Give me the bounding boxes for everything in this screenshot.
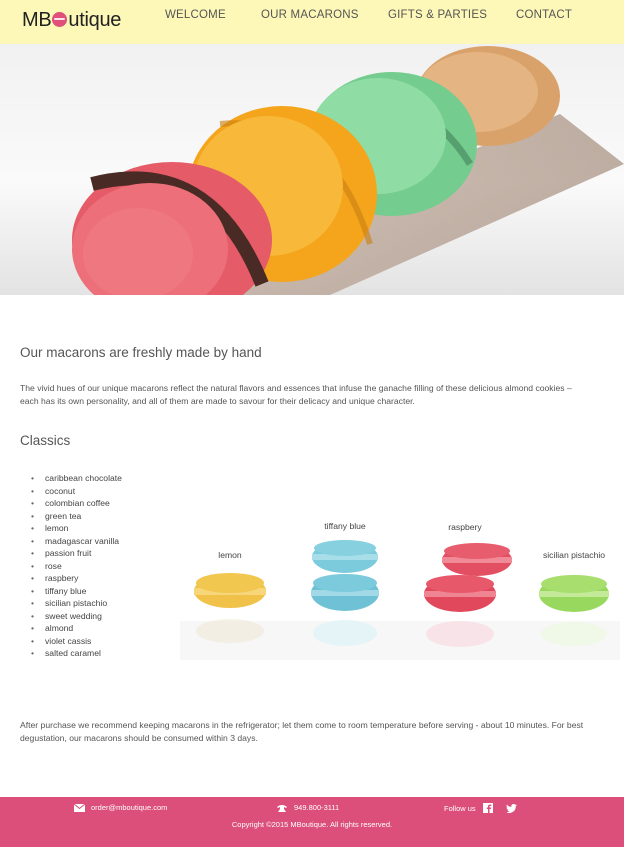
- twitter-icon: [506, 804, 517, 814]
- envelope-icon: [74, 804, 85, 813]
- footer-phone-link[interactable]: 949.800-3111: [276, 803, 339, 813]
- intro-line-2: each has its own personality, and all of…: [20, 396, 415, 406]
- intro-paragraph: The vivid hues of our unique macarons re…: [20, 382, 605, 408]
- section-heading: Our macarons are freshly made by hand: [20, 345, 262, 360]
- flavor-item: rose: [31, 560, 141, 573]
- footer-email-link[interactable]: order@mboutique.com: [74, 803, 167, 813]
- top-navigation-bar: MB utique WELCOME OUR MACARONS GIFTS & PA…: [0, 0, 624, 45]
- flavor-item: caribbean chocolate: [31, 472, 141, 485]
- follow-us-label: Follow us: [444, 804, 476, 813]
- flavor-item: madagascar vanilla: [31, 535, 141, 548]
- facebook-link[interactable]: [483, 803, 493, 815]
- flavor-item: colombian coffee: [31, 497, 141, 510]
- storage-line-1: After purchase we recommend keeping maca…: [20, 720, 584, 730]
- flavor-item: passion fruit: [31, 547, 141, 560]
- flavor-item: violet cassis: [31, 635, 141, 648]
- flavor-item: almond: [31, 622, 141, 635]
- flavor-item: green tea: [31, 510, 141, 523]
- flavor-item: salted caramel: [31, 647, 141, 660]
- flavor-list: caribbean chocolate coconut colombian co…: [31, 472, 141, 660]
- facebook-icon: [483, 803, 493, 813]
- flavor-item: coconut: [31, 485, 141, 498]
- hero-macarons-image: [0, 44, 624, 295]
- flavor-item: sweet wedding: [31, 610, 141, 623]
- label-raspbery: raspbery: [448, 522, 482, 532]
- classics-heading: Classics: [20, 433, 71, 448]
- pistachio-macaron: [539, 575, 609, 646]
- nav-welcome[interactable]: WELCOME: [165, 9, 226, 21]
- label-tiffany-blue: tiffany blue: [324, 521, 366, 531]
- nav-contact[interactable]: CONTACT: [516, 9, 572, 21]
- hero-macarons-illustration: [0, 44, 624, 295]
- nav-our-macarons[interactable]: OUR MACARONS: [261, 9, 359, 21]
- intro-line-1: The vivid hues of our unique macarons re…: [20, 383, 572, 393]
- logo-text-suffix: utique: [68, 9, 122, 31]
- flavor-item: sicilian pistachio: [31, 597, 141, 610]
- flavor-item: tiffany blue: [31, 585, 141, 598]
- twitter-link[interactable]: [506, 804, 517, 815]
- flavor-item: lemon: [31, 522, 141, 535]
- footer: order@mboutique.com 949.800-3111 Follow …: [0, 797, 624, 847]
- storage-paragraph: After purchase we recommend keeping maca…: [20, 719, 605, 745]
- storage-line-2: degustation, our macarons should be cons…: [20, 733, 258, 743]
- logo-text-prefix: MB: [22, 9, 52, 31]
- phone-icon: [277, 804, 287, 812]
- macaron-logo-icon: [52, 12, 68, 27]
- mboutique-logo[interactable]: MB utique: [22, 9, 121, 32]
- lemon-macaron: [194, 573, 266, 643]
- flavor-item: raspbery: [31, 572, 141, 585]
- copyright-text: Copyright ©2015 MBoutique. All rights re…: [231, 820, 393, 829]
- tiffany-blue-macaron: [311, 540, 379, 646]
- nav-gifts-parties[interactable]: GIFTS & PARTIES: [388, 9, 487, 21]
- macaron-showcase: [180, 540, 620, 660]
